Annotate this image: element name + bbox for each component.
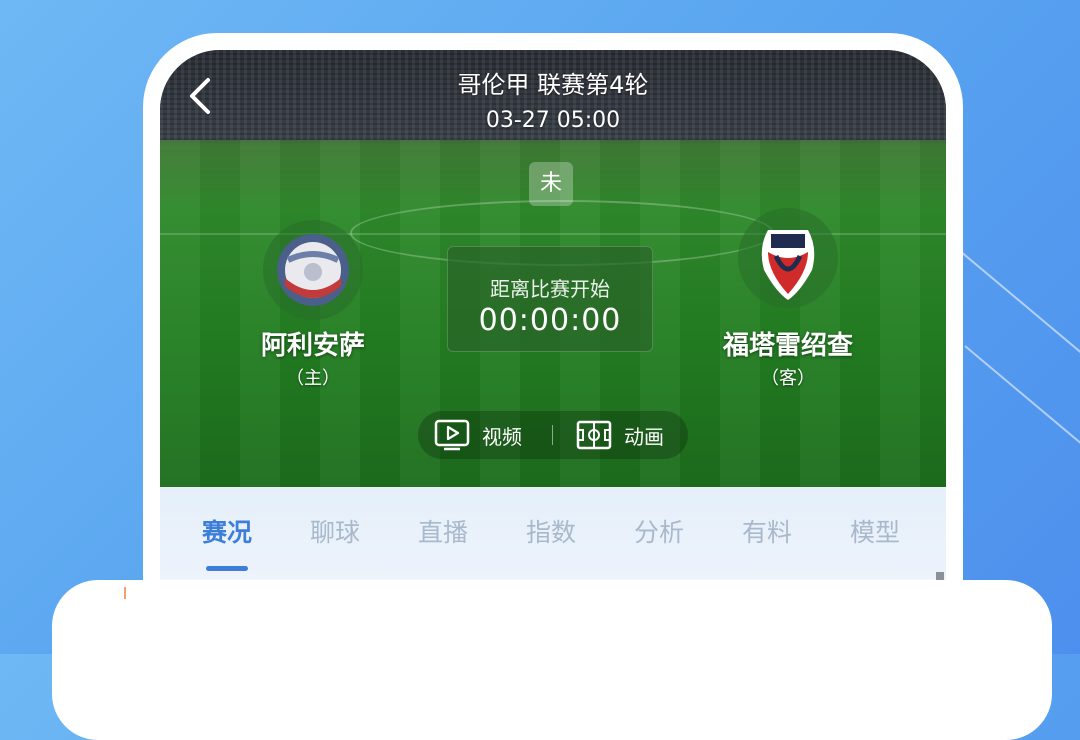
home-team-logo[interactable] bbox=[263, 220, 363, 320]
bottom-sheet bbox=[52, 580, 1052, 740]
away-team-crest-icon bbox=[761, 230, 815, 300]
tab-insider[interactable]: 有料 bbox=[727, 513, 807, 549]
countdown-panel: 距离比赛开始 00:00:00 bbox=[447, 246, 653, 352]
match-title: 哥伦甲 联赛第4轮 bbox=[457, 71, 649, 99]
tab-odds[interactable]: 指数 bbox=[511, 513, 591, 549]
tab-live[interactable]: 直播 bbox=[403, 513, 483, 549]
decorative-line bbox=[964, 345, 1080, 476]
sheet-marker bbox=[124, 587, 126, 599]
tab-match-status[interactable]: 赛况 bbox=[187, 513, 267, 549]
tab-bar: 赛况 聊球 直播 指数 分析 有料 模型 bbox=[160, 487, 946, 579]
active-tab-indicator bbox=[206, 566, 248, 571]
animation-button-label: 动画 bbox=[624, 424, 664, 449]
away-team-logo[interactable] bbox=[738, 208, 838, 308]
away-team-role: （客） bbox=[761, 368, 815, 389]
away-team-name: 福塔雷绍查 bbox=[722, 331, 853, 361]
video-button[interactable]: 视频 bbox=[434, 411, 522, 459]
match-status-badge: 未 bbox=[529, 162, 573, 206]
match-header: 哥伦甲 联赛第4轮 03-27 05:00 未 阿利安萨 （主） 福塔雷绍查 （… bbox=[160, 50, 946, 487]
video-button-label: 视频 bbox=[482, 424, 522, 449]
tab-chat[interactable]: 聊球 bbox=[295, 513, 375, 549]
pitch-animation-icon bbox=[576, 420, 612, 450]
tab-model[interactable]: 模型 bbox=[835, 513, 915, 549]
media-bar: 视频 动画 bbox=[418, 411, 688, 459]
app-screen: 哥伦甲 联赛第4轮 03-27 05:00 未 阿利安萨 （主） 福塔雷绍查 （… bbox=[160, 50, 946, 590]
decorative-line bbox=[959, 250, 1080, 381]
countdown-timer: 00:00:00 bbox=[478, 303, 622, 338]
home-team-role: （主） bbox=[286, 368, 340, 389]
home-team-crest-icon bbox=[277, 234, 349, 306]
countdown-label: 距离比赛开始 bbox=[490, 277, 610, 301]
video-play-icon bbox=[434, 419, 470, 451]
tab-analysis[interactable]: 分析 bbox=[619, 513, 699, 549]
match-datetime: 03-27 05:00 bbox=[485, 108, 621, 133]
animation-button[interactable]: 动画 bbox=[576, 411, 664, 459]
home-team-name: 阿利安萨 bbox=[260, 331, 365, 361]
media-divider bbox=[552, 425, 553, 445]
